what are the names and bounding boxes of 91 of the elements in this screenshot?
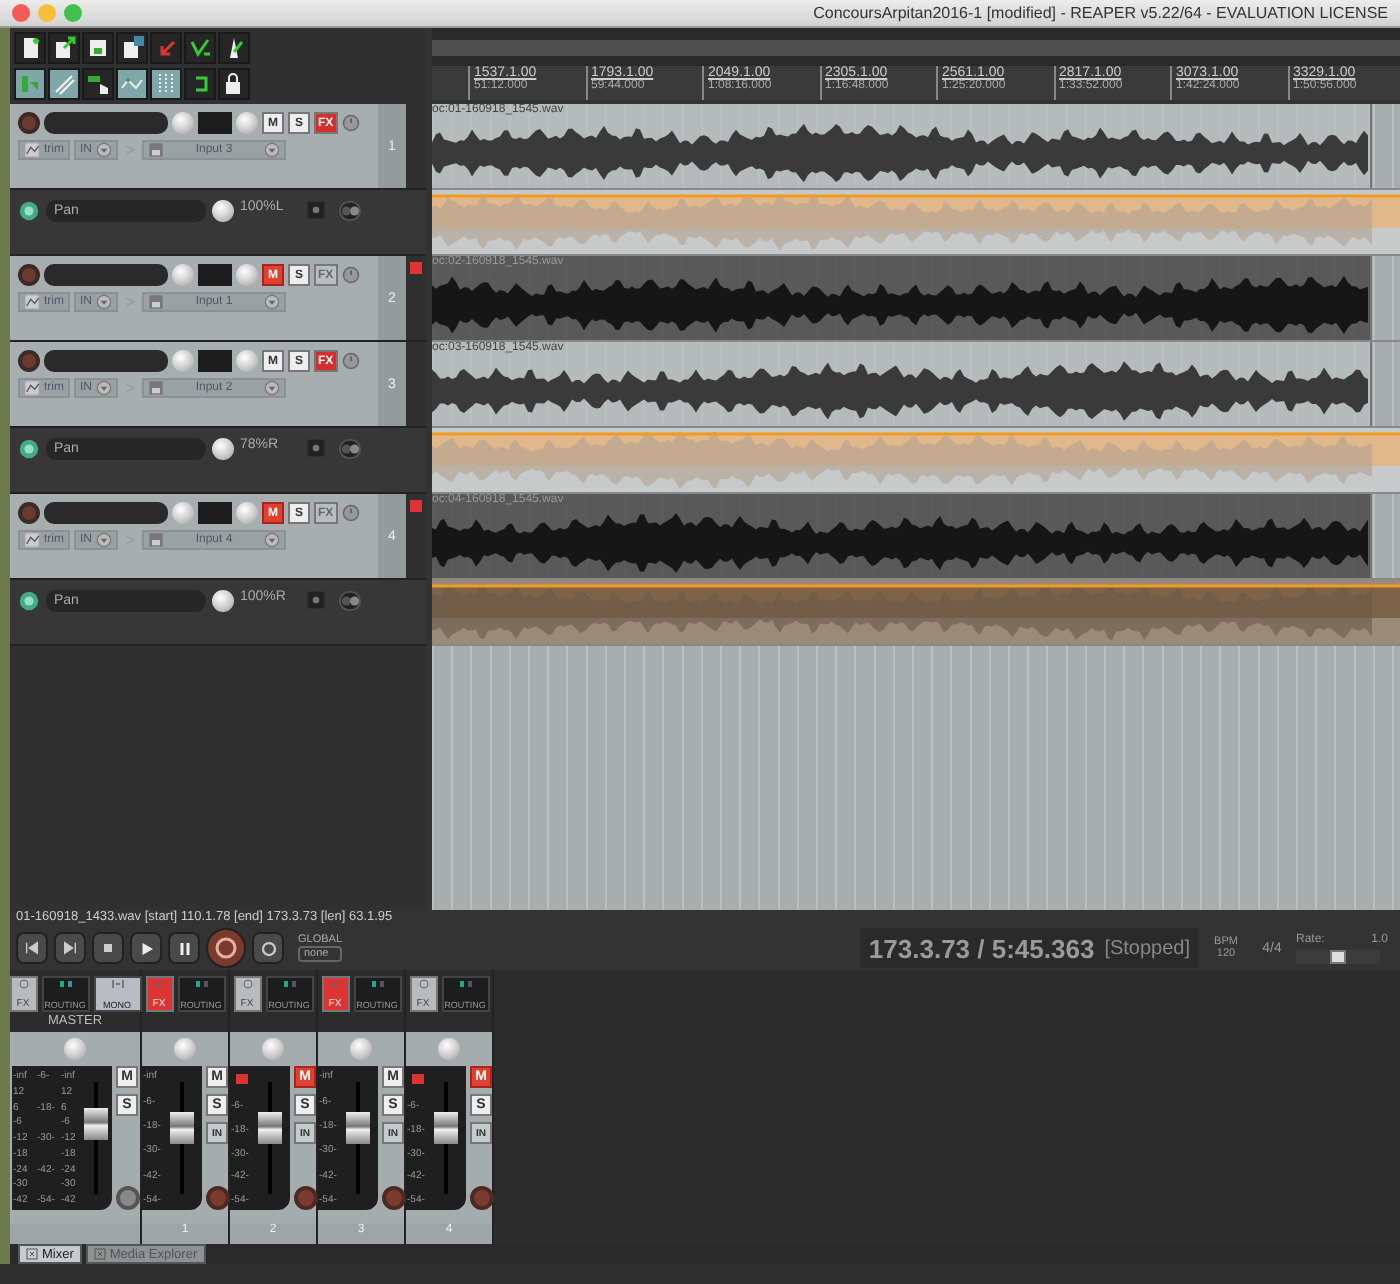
power-icon bbox=[153, 978, 165, 991]
snap-icon bbox=[18, 72, 42, 96]
caret-icon bbox=[264, 142, 280, 158]
caret-icon bbox=[96, 380, 112, 396]
record-arm-button[interactable] bbox=[469, 1186, 493, 1211]
fader-handle[interactable] bbox=[345, 1111, 369, 1144]
close-icon bbox=[26, 1248, 38, 1261]
record-arm-button[interactable] bbox=[381, 1186, 405, 1211]
document-plus-icon bbox=[18, 36, 42, 60]
go-to-start-button[interactable] bbox=[16, 932, 48, 965]
arm-icon bbox=[306, 200, 326, 220]
close-icon bbox=[93, 1248, 106, 1261]
track-name-field[interactable] bbox=[44, 112, 168, 134]
skip-forward-icon bbox=[62, 940, 78, 957]
power-icon bbox=[341, 352, 360, 370]
toolbar-button[interactable] bbox=[218, 32, 250, 64]
record-icon bbox=[214, 936, 238, 961]
arm-icon bbox=[306, 590, 326, 610]
stop-icon bbox=[100, 940, 116, 957]
redo-arrow-icon bbox=[188, 36, 212, 60]
envelope-icon bbox=[24, 380, 40, 396]
caret-icon bbox=[96, 142, 112, 158]
track-name-field[interactable] bbox=[44, 502, 168, 524]
scrollbar[interactable] bbox=[432, 40, 1400, 56]
record-arm-button[interactable] bbox=[18, 264, 40, 286]
toolbar-toggle[interactable] bbox=[184, 68, 216, 100]
toolbar-toggle[interactable] bbox=[14, 68, 46, 100]
document-badge-icon bbox=[120, 36, 144, 60]
bypass-icon bbox=[18, 200, 40, 222]
record-arm-button[interactable] bbox=[293, 1186, 317, 1211]
caret-icon bbox=[96, 532, 112, 548]
go-to-end-button[interactable] bbox=[54, 932, 86, 965]
position-readout: 173.3.73 / 5:45.363 bbox=[868, 933, 1095, 964]
caret-icon bbox=[264, 380, 280, 396]
power-icon bbox=[17, 978, 29, 991]
play-state: [Stopped] bbox=[1104, 937, 1190, 960]
play-button[interactable] bbox=[130, 932, 162, 965]
repeat-icon bbox=[259, 939, 277, 958]
record-arm-button[interactable] bbox=[205, 1186, 229, 1211]
rate-slider-thumb[interactable] bbox=[1330, 949, 1346, 964]
track-name-field[interactable] bbox=[44, 350, 168, 372]
envelope-icon bbox=[24, 142, 40, 158]
diagonal-lines-icon bbox=[52, 72, 76, 96]
caret-icon bbox=[96, 294, 112, 310]
toolbar-toggle[interactable] bbox=[150, 68, 182, 100]
toolbar-toggle[interactable] bbox=[82, 68, 114, 100]
toolbar-button[interactable] bbox=[116, 32, 148, 64]
close-button[interactable] bbox=[12, 4, 30, 22]
pan-knob[interactable] bbox=[212, 590, 234, 612]
envelope-icon bbox=[24, 532, 40, 548]
grid-icon bbox=[154, 72, 178, 96]
track-name-field[interactable] bbox=[44, 264, 168, 286]
lock-icon bbox=[222, 72, 246, 96]
bypass-icon bbox=[18, 590, 40, 612]
power-icon bbox=[329, 978, 341, 991]
toolbar-button[interactable] bbox=[14, 32, 46, 64]
repeat-button[interactable] bbox=[252, 932, 284, 965]
caret-icon bbox=[264, 532, 280, 548]
power-icon bbox=[241, 978, 253, 991]
caret-icon bbox=[264, 294, 280, 310]
toolbar-button[interactable] bbox=[184, 32, 216, 64]
skip-back-icon bbox=[24, 940, 40, 957]
toolbar-toggle[interactable] bbox=[48, 68, 80, 100]
document-arrow-icon bbox=[52, 36, 76, 60]
pan-knob[interactable] bbox=[212, 438, 234, 460]
record-arm-button[interactable] bbox=[18, 112, 40, 134]
record-button[interactable] bbox=[206, 928, 246, 969]
pan-knob[interactable] bbox=[212, 200, 234, 222]
hand-pointer-icon bbox=[86, 72, 110, 96]
window-title: ConcoursArpitan2016-1 [modified] - REAPER v5.22/64 - EVALUATION LICENSE bbox=[813, 4, 1388, 22]
power-icon bbox=[417, 978, 429, 991]
fader-handle[interactable] bbox=[169, 1111, 193, 1144]
fader-handle[interactable] bbox=[83, 1108, 107, 1141]
power-icon bbox=[341, 114, 360, 132]
pause-button[interactable] bbox=[168, 932, 200, 965]
toolbar-toggle[interactable] bbox=[116, 68, 148, 100]
record-arm-button[interactable] bbox=[18, 502, 40, 524]
fader-handle[interactable] bbox=[433, 1111, 457, 1144]
envelope-icon bbox=[24, 294, 40, 310]
toolbar-toggle[interactable] bbox=[218, 68, 250, 100]
record-arm-button[interactable] bbox=[18, 350, 40, 372]
bypass-icon bbox=[18, 438, 40, 460]
play-icon bbox=[137, 939, 155, 958]
toolbar-button[interactable] bbox=[48, 32, 80, 64]
arm-icon bbox=[306, 438, 326, 458]
stop-button[interactable] bbox=[92, 932, 124, 965]
power-icon bbox=[341, 504, 360, 522]
fader-handle[interactable] bbox=[257, 1111, 281, 1144]
power-icon bbox=[341, 266, 360, 284]
toolbar-button[interactable] bbox=[82, 32, 114, 64]
pause-icon bbox=[175, 939, 193, 958]
